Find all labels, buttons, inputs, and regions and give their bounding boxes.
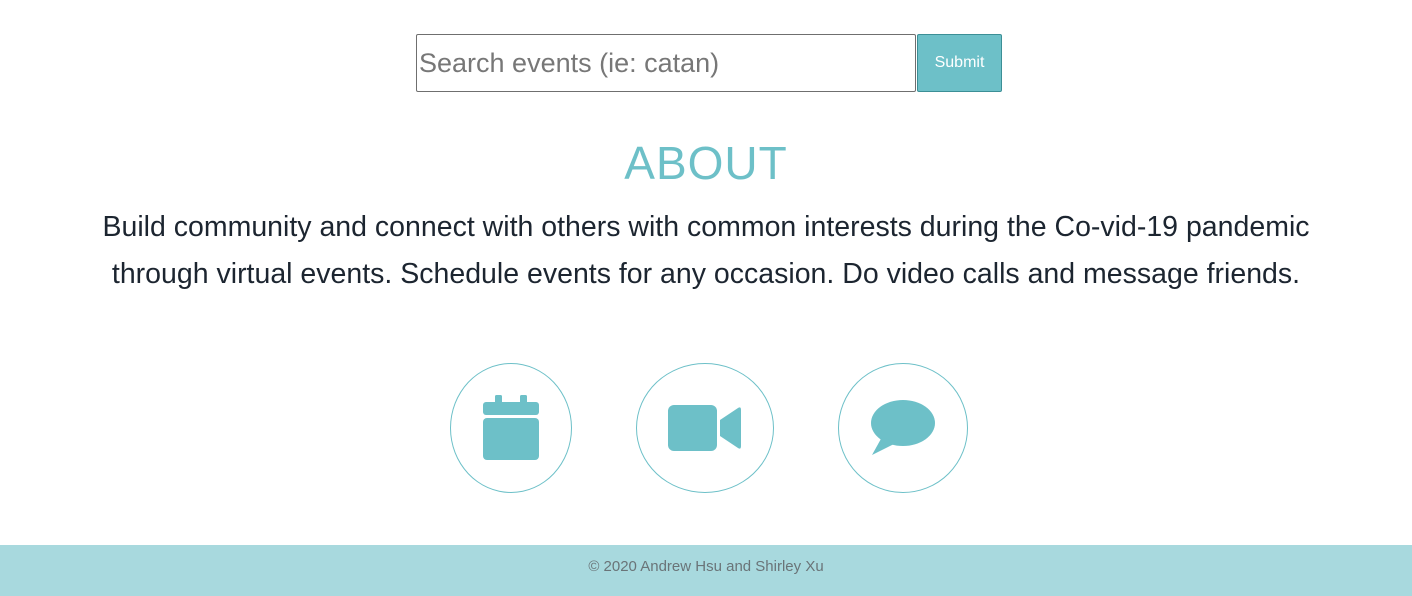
search-form: Submit bbox=[416, 34, 1002, 92]
footer: © 2020 Andrew Hsu and Shirley Xu bbox=[0, 545, 1412, 596]
about-description-line-2: through virtual events. Schedule events … bbox=[111, 258, 1301, 290]
about-title: ABOUT bbox=[624, 137, 788, 189]
search-input[interactable] bbox=[416, 34, 916, 92]
footer-copyright: © 2020 Andrew Hsu and Shirley Xu bbox=[588, 558, 824, 575]
chat-bubble-icon bbox=[871, 400, 935, 455]
page: Submit ABOUT Build community and connect… bbox=[0, 0, 1412, 596]
about-description: Build community and connect with others … bbox=[40, 204, 1372, 298]
video-camera-icon bbox=[668, 405, 741, 451]
submit-button[interactable]: Submit bbox=[917, 34, 1002, 92]
messaging-feature bbox=[838, 363, 968, 493]
calendar-feature bbox=[450, 363, 572, 493]
about-description-line-1: Build community and connect with others … bbox=[102, 211, 1310, 243]
video-call-feature bbox=[636, 363, 774, 493]
calendar-icon bbox=[483, 395, 539, 460]
